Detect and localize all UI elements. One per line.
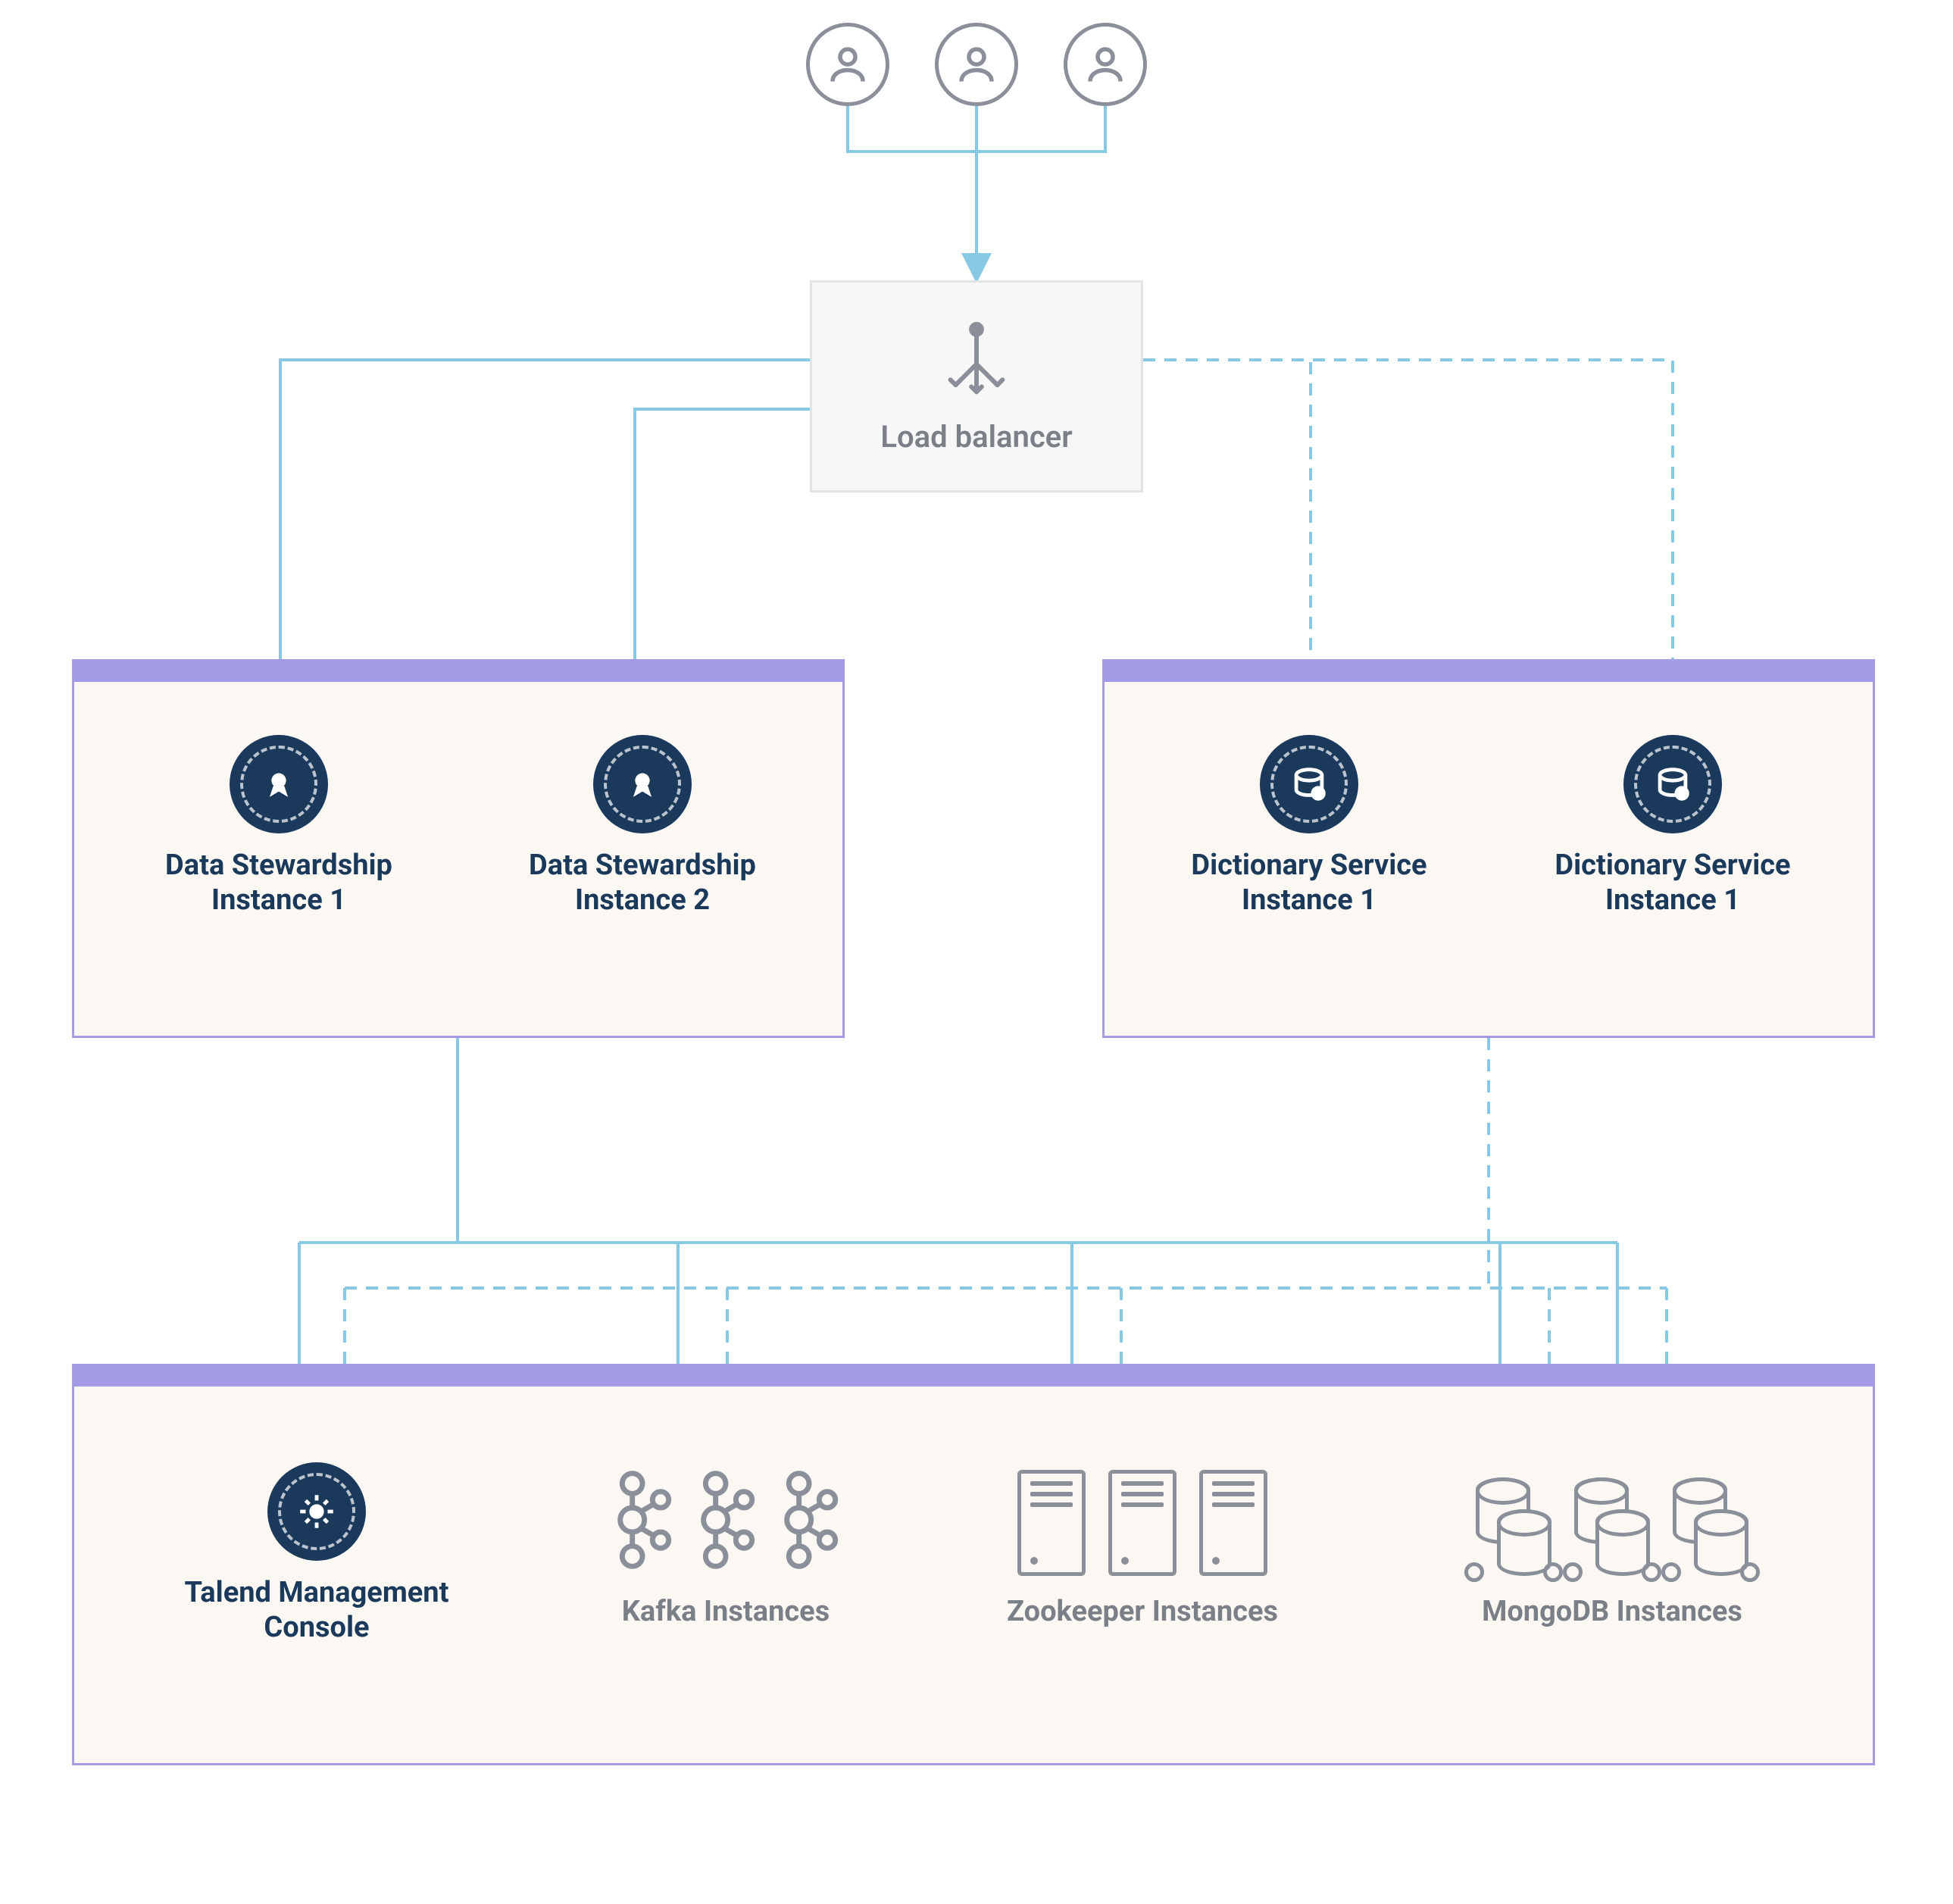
backend-services-container: Talend Management Console Kafka Instance… [72, 1364, 1875, 1765]
mongodb-icons [1476, 1462, 1748, 1576]
db-icon [1673, 1477, 1748, 1576]
kafka-icon [612, 1467, 673, 1576]
load-balancer-icon [935, 319, 1018, 402]
zookeeper-icons [1017, 1462, 1267, 1576]
zookeeper-cluster: Zookeeper Instances [961, 1462, 1324, 1628]
stewardship-container: Data Stewardship Instance 1 Data Steward… [72, 659, 845, 1038]
server-icon [1017, 1470, 1086, 1576]
node-label: Dictionary Service Instance 1 [1514, 849, 1832, 918]
tmc-icon [267, 1462, 366, 1561]
dictionary-container: Dictionary Service Instance 1 Dictionary… [1102, 659, 1875, 1038]
stewardship-instance-2: Data Stewardship Instance 2 [483, 735, 802, 918]
node-label: Data Stewardship Instance 2 [483, 849, 802, 918]
node-label: Talend Management Console [158, 1576, 476, 1645]
cluster-label: MongoDB Instances [1482, 1595, 1742, 1628]
stewardship-icon [593, 735, 692, 833]
server-icon [1199, 1470, 1267, 1576]
cluster-label: Kafka Instances [622, 1595, 830, 1628]
stewardship-icon [230, 735, 328, 833]
cluster-label: Zookeeper Instances [1007, 1595, 1278, 1628]
kafka-icon [695, 1467, 756, 1576]
node-label: Data Stewardship Instance 1 [120, 849, 438, 918]
user-icon [935, 23, 1018, 106]
server-icon [1108, 1470, 1176, 1576]
load-balancer-node: Load balancer [810, 280, 1143, 492]
dictionary-icon [1260, 735, 1358, 833]
user-icon [1064, 23, 1147, 106]
dictionary-icon [1623, 735, 1722, 833]
mongodb-cluster: MongoDB Instances [1408, 1462, 1817, 1628]
db-icon [1574, 1477, 1650, 1576]
db-icon [1476, 1477, 1551, 1576]
architecture-diagram: Load balancer Data Stewardship Instance … [0, 0, 1953, 1904]
load-balancer-label: Load balancer [880, 419, 1072, 455]
user-icon [806, 23, 889, 106]
stewardship-instance-1: Data Stewardship Instance 1 [120, 735, 438, 918]
node-label: Dictionary Service Instance 1 [1150, 849, 1468, 918]
users-row [806, 23, 1147, 106]
kafka-icons [612, 1462, 839, 1576]
dictionary-instance-1: Dictionary Service Instance 1 [1150, 735, 1468, 918]
kafka-cluster: Kafka Instances [544, 1462, 908, 1628]
kafka-icon [779, 1467, 839, 1576]
tmc-node: Talend Management Console [158, 1462, 476, 1645]
dictionary-instance-2: Dictionary Service Instance 1 [1514, 735, 1832, 918]
